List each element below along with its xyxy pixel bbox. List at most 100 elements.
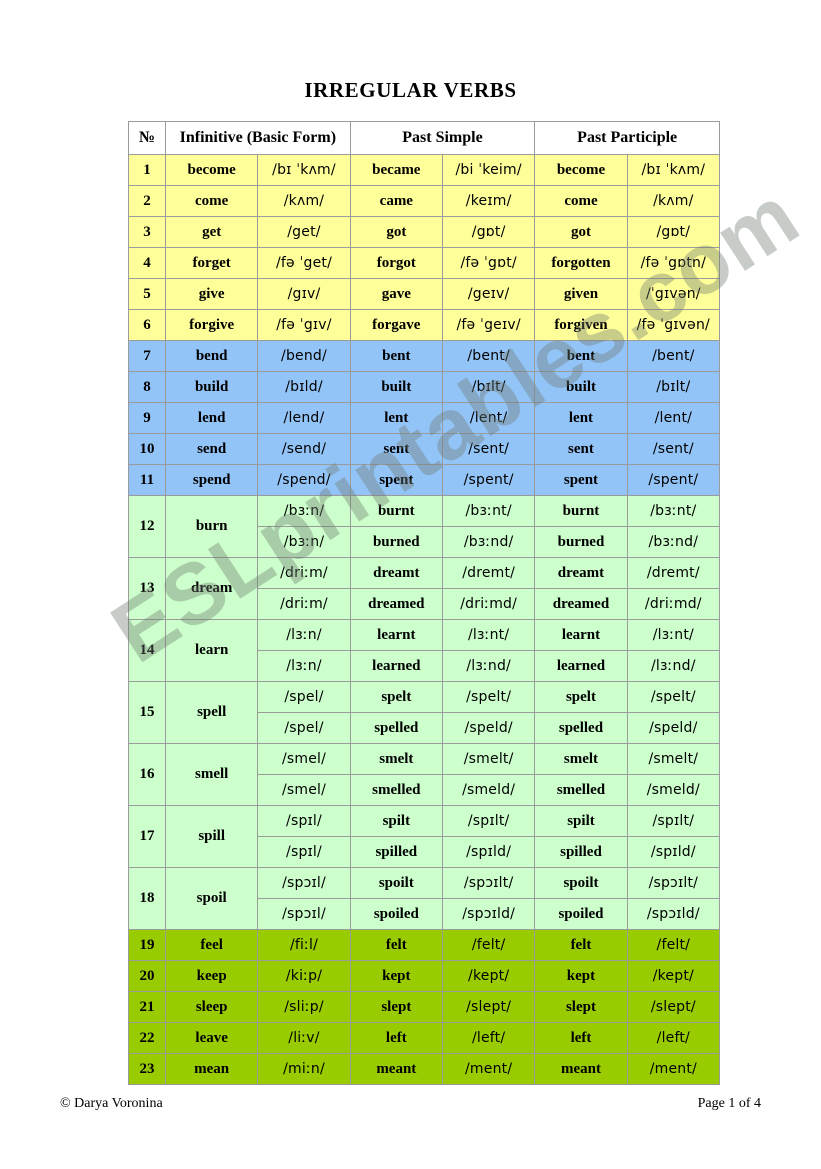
table-header-row: № Infinitive (Basic Form) Past Simple Pa… — [128, 121, 720, 155]
cell-past-simple: spoiled — [349, 898, 443, 930]
cell-past-simple-ipa: /smeld/ — [441, 774, 536, 806]
cell-past-participle: spelt — [534, 681, 628, 713]
cell-past-participle-ipa: /driːmd/ — [626, 588, 721, 620]
cell-infinitive: keep — [164, 960, 259, 992]
cell-past-participle: forgiven — [534, 309, 628, 341]
cell-row-number: 11 — [128, 464, 166, 496]
cell-past-simple: smelled — [349, 774, 443, 806]
cell-row-number: 2 — [128, 185, 166, 217]
cell-infinitive-ipa: /bɪld/ — [257, 371, 351, 403]
cell-past-participle: burnt — [534, 495, 628, 527]
cell-past-simple-ipa: /sent/ — [441, 433, 536, 465]
cell-past-participle: spoiled — [534, 898, 628, 930]
cell-infinitive: lend — [164, 402, 259, 434]
cell-row-number: 20 — [128, 960, 166, 992]
cell-past-participle-ipa: /gɒt/ — [626, 216, 721, 248]
cell-infinitive: smell — [164, 743, 259, 806]
cell-past-simple-ipa: /bɪlt/ — [441, 371, 536, 403]
cell-past-participle-ipa: /sent/ — [626, 433, 721, 465]
table-row: 2 come/kʌm/came/keɪm/come/kʌm/ — [128, 185, 721, 217]
cell-infinitive: get — [164, 216, 259, 248]
cell-infinitive: feel — [164, 929, 259, 961]
cell-past-simple: spilt — [349, 805, 443, 837]
table-row: 7 bend/bend/bent/bent/bent/bent/ — [128, 340, 721, 372]
cell-row-number: 16 — [128, 743, 166, 806]
cell-past-participle: meant — [534, 1053, 628, 1085]
cell-infinitive-ipa: /smel/ — [257, 774, 351, 806]
cell-row-number: 8 — [128, 371, 166, 403]
cell-infinitive-ipa: /lɜːn/ — [257, 650, 351, 682]
cell-past-simple: forgave — [349, 309, 443, 341]
cell-infinitive: come — [164, 185, 259, 217]
cell-past-participle: lent — [534, 402, 628, 434]
cell-past-participle: built — [534, 371, 628, 403]
cell-past-participle-ipa: /spɪlt/ — [626, 805, 721, 837]
cell-past-simple: felt — [349, 929, 443, 961]
cell-past-participle: smelled — [534, 774, 628, 806]
table-row: 22 leave/liːv/left/left/left/left/ — [128, 1022, 721, 1054]
cell-infinitive-ipa: /smel/ — [257, 743, 351, 775]
cell-past-simple: bent — [349, 340, 443, 372]
cell-past-simple: sent — [349, 433, 443, 465]
cell-infinitive: burn — [164, 495, 259, 558]
cell-past-simple: burnt — [349, 495, 443, 527]
cell-infinitive-ipa: /get/ — [257, 216, 351, 248]
cell-infinitive-ipa: /spend/ — [257, 464, 351, 496]
table-row: 23 mean/miːn/meant/ment/meant/ment/ — [128, 1053, 721, 1085]
cell-row-number: 14 — [128, 619, 166, 682]
cell-past-simple-ipa: /spent/ — [441, 464, 536, 496]
cell-past-simple-ipa: /bɜːnd/ — [441, 526, 536, 558]
cell-past-simple: got — [349, 216, 443, 248]
cell-row-number: 17 — [128, 805, 166, 868]
cell-past-simple-ipa: /spɔɪld/ — [441, 898, 536, 930]
cell-infinitive-ipa: /fiːl/ — [257, 929, 351, 961]
cell-past-participle-ipa: /speld/ — [626, 712, 721, 744]
cell-past-participle: spent — [534, 464, 628, 496]
footer-copyright: © Darya Voronina — [60, 1096, 163, 1111]
table-row: 18 spoil/spɔɪl/spoilt/spɔɪlt/spoilt/spɔɪl… — [128, 867, 721, 930]
cell-past-simple: slept — [349, 991, 443, 1023]
cell-past-simple: gave — [349, 278, 443, 310]
cell-infinitive: build — [164, 371, 259, 403]
cell-past-simple: smelt — [349, 743, 443, 775]
cell-infinitive-ipa: /liːv/ — [257, 1022, 351, 1054]
cell-row-number: 13 — [128, 557, 166, 620]
cell-row-number: 22 — [128, 1022, 166, 1054]
cell-past-simple-ipa: /gɒt/ — [441, 216, 536, 248]
cell-past-participle-ipa: /bɪ ˈkʌm/ — [626, 154, 721, 186]
column-header-past-participle: Past Participle — [534, 121, 720, 155]
table-body: 1 become/bɪ ˈkʌm/became/bi ˈkeim/become/b… — [128, 154, 721, 1085]
cell-infinitive-ipa: /gɪv/ — [257, 278, 351, 310]
table-row: 12 burn/bɜːn/burnt/bɜːnt/burnt/bɜːnt/ — [128, 495, 721, 558]
table-row: 9 lend/lend/lent/lent/lent/lent/ — [128, 402, 721, 434]
cell-past-simple-ipa: /spɪlt/ — [441, 805, 536, 837]
cell-past-simple: dreamt — [349, 557, 443, 589]
cell-past-simple-ipa: /bent/ — [441, 340, 536, 372]
page-footer: © Darya Voronina Page 1 of 4 — [60, 1096, 761, 1116]
cell-infinitive: forgive — [164, 309, 259, 341]
cell-past-participle: spilled — [534, 836, 628, 868]
cell-infinitive: spell — [164, 681, 259, 744]
cell-row-number: 9 — [128, 402, 166, 434]
cell-past-simple-ipa: /driːmd/ — [441, 588, 536, 620]
table-row: 14 learn/lɜːn/learnt/lɜːnt/learnt/lɜːnt/ — [128, 619, 721, 682]
cell-row-number: 19 — [128, 929, 166, 961]
table-row: 15 spell/spel/spelt/spelt/spelt/spelt/ — [128, 681, 721, 744]
cell-past-participle-ipa: /lent/ — [626, 402, 721, 434]
cell-past-participle: learned — [534, 650, 628, 682]
irregular-verbs-table-container: № Infinitive (Basic Form) Past Simple Pa… — [128, 121, 721, 1085]
cell-row-number: 21 — [128, 991, 166, 1023]
column-header-infinitive: Infinitive (Basic Form) — [165, 121, 351, 155]
table-row: 10 send/send/sent/sent/sent/sent/ — [128, 433, 721, 465]
cell-infinitive-ipa: /bend/ — [257, 340, 351, 372]
cell-row-number: 5 — [128, 278, 166, 310]
cell-past-simple-ipa: /lɜːnt/ — [441, 619, 536, 651]
table-row: 20 keep/kiːp/kept/kept/kept/kept/ — [128, 960, 721, 992]
cell-past-participle: spelled — [534, 712, 628, 744]
cell-past-simple-ipa: /bi ˈkeim/ — [441, 154, 536, 186]
cell-past-simple: lent — [349, 402, 443, 434]
cell-row-number: 4 — [128, 247, 166, 279]
cell-infinitive: sleep — [164, 991, 259, 1023]
cell-infinitive: send — [164, 433, 259, 465]
cell-past-simple: meant — [349, 1053, 443, 1085]
